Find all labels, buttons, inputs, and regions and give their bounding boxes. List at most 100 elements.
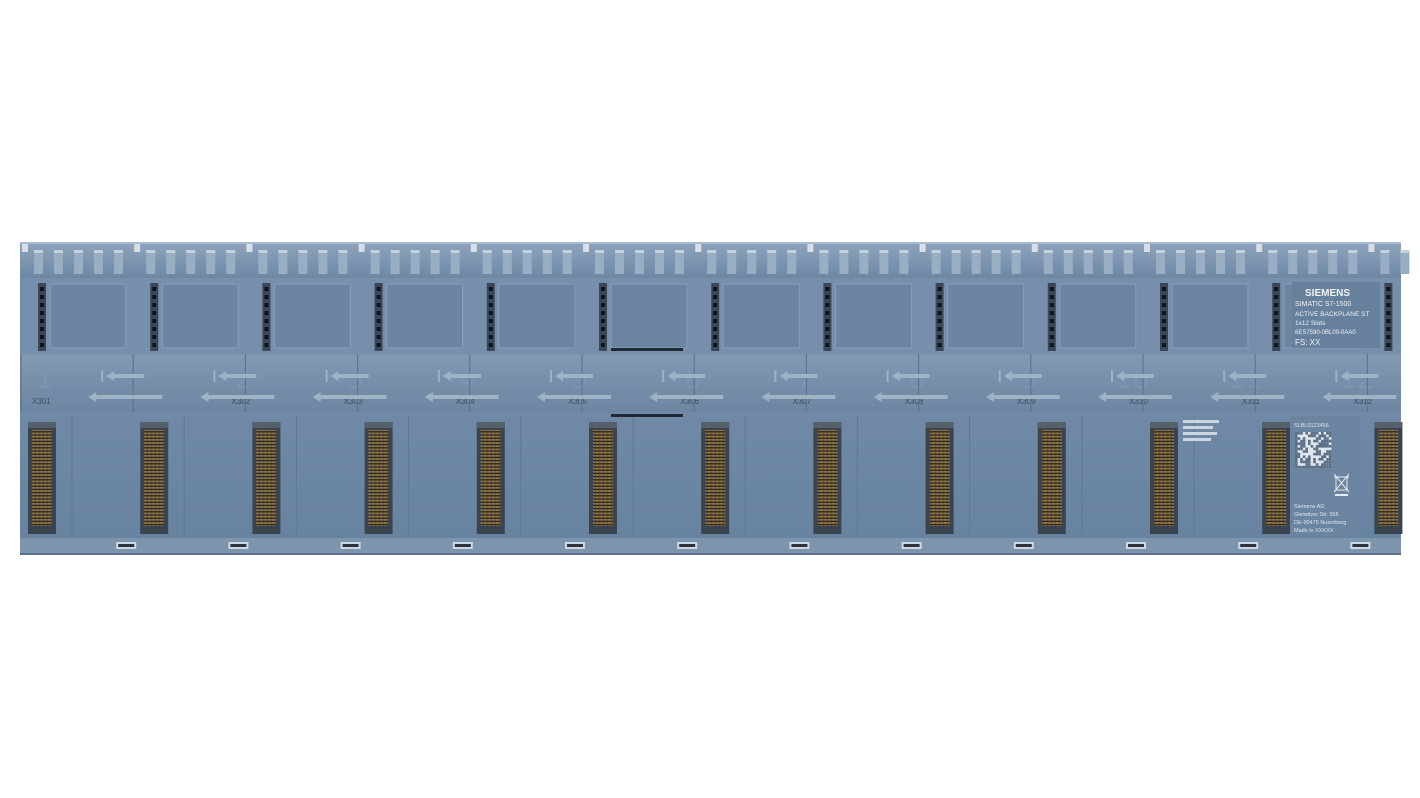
upper-pin: [376, 287, 381, 291]
top-rib: [1156, 250, 1165, 274]
connector-cap: [1374, 422, 1403, 428]
datamatrix-module: [1305, 458, 1308, 461]
top-rib: [1043, 250, 1053, 274]
slot-number: 6: [684, 364, 701, 395]
bus-connector-pins: [368, 430, 389, 526]
upper-pin: [152, 335, 157, 339]
datamatrix-module: [1300, 432, 1303, 435]
upper-pin: [40, 295, 44, 299]
upper-pin: [1162, 327, 1166, 331]
top-rib-highlight: [226, 250, 236, 253]
datamatrix-module: [1315, 437, 1319, 440]
top-rib-highlight: [655, 250, 664, 253]
rating-plate: SIEMENS SIMATIC S7-1500 ACTIVE BACKPLANE…: [1292, 282, 1380, 348]
top-rib: [727, 250, 737, 274]
top-rib: [1011, 250, 1021, 274]
upper-pin: [825, 319, 830, 323]
upper-pin: [376, 343, 381, 347]
datamatrix-module: [1297, 447, 1301, 451]
datamatrix-module: [1328, 450, 1332, 453]
upper-pin: [713, 343, 718, 347]
top-rib-highlight: [1103, 250, 1113, 253]
upper-pin-column: [1160, 283, 1168, 351]
datamatrix-module: [1315, 465, 1319, 469]
datamatrix-module: [1318, 452, 1321, 456]
top-rib-highlight: [595, 250, 604, 253]
upper-pin: [825, 335, 830, 339]
datamatrix-module: [1295, 434, 1298, 438]
top-rib-highlight: [74, 250, 83, 253]
datamatrix-module: [1295, 460, 1298, 464]
upper-pin: [825, 327, 830, 331]
upper-pin-column: [150, 283, 159, 351]
top-rib-highlight: [1268, 250, 1278, 253]
latch-tab: [1256, 244, 1263, 252]
top-rib-highlight: [879, 250, 889, 253]
upper-pin: [152, 319, 157, 323]
upper-pin: [264, 327, 269, 331]
top-rib-highlight: [1380, 250, 1390, 253]
datamatrix-module: [1318, 458, 1321, 461]
top-rib-highlight: [899, 250, 909, 253]
top-rib: [1328, 250, 1338, 274]
top-rib-highlight: [727, 250, 737, 253]
latch-tab: [22, 244, 28, 252]
upper-pin: [1274, 327, 1279, 331]
datamatrix-module: [1308, 442, 1311, 445]
upper-pocket: [1059, 283, 1137, 349]
upper-pin: [1274, 343, 1279, 347]
top-rib: [635, 250, 644, 274]
upper-pin: [601, 287, 605, 291]
upper-pin: [1162, 311, 1166, 315]
upper-pin: [825, 287, 830, 291]
datamatrix-module: [1295, 465, 1298, 469]
upper-pocket: [1171, 283, 1249, 349]
upper-pin: [713, 319, 718, 323]
datamatrix-module: [1321, 439, 1324, 443]
top-rib: [991, 250, 1001, 274]
upper-pocket: [498, 283, 576, 349]
top-rib: [114, 250, 123, 274]
datamatrix-module: [1295, 452, 1298, 456]
upper-pin: [1274, 319, 1279, 323]
top-rib: [1236, 250, 1245, 274]
datamatrix-module: [1305, 465, 1308, 469]
datamatrix-module: [1308, 465, 1311, 469]
top-rib-highlight: [1083, 250, 1093, 253]
upper-pin: [713, 287, 718, 291]
top-rib: [931, 250, 941, 274]
top-rib-highlight: [338, 250, 348, 253]
bus-connector-pins: [817, 430, 838, 526]
datamatrix-module: [1300, 465, 1303, 469]
datamatrix-module: [1302, 450, 1306, 453]
top-rib: [767, 250, 777, 274]
bottom-clip-slot: [567, 544, 583, 547]
connector-cap: [589, 422, 617, 428]
serial-number: SLBL0123456: [1294, 423, 1329, 429]
datamatrix-module: [1326, 460, 1329, 464]
top-rib: [1380, 250, 1390, 274]
slot-number: 1: [36, 364, 53, 395]
top-rib-highlight: [767, 250, 777, 253]
datamatrix-module: [1313, 458, 1316, 461]
top-rib: [707, 250, 717, 274]
upper-pin: [937, 319, 942, 323]
top-rib: [1063, 250, 1073, 274]
datamatrix-module: [1326, 439, 1329, 443]
bus-strip-upper: [611, 348, 683, 351]
bottom-clip-slot: [1015, 544, 1032, 547]
top-rib-highlight: [54, 250, 63, 253]
datamatrix-module: [1326, 458, 1329, 461]
upper-pin: [825, 311, 830, 315]
datamatrix-module: [1326, 452, 1329, 456]
top-rib: [971, 250, 981, 274]
series-label: SIMATIC S7-1500: [1295, 301, 1351, 308]
datamatrix-module: [1297, 465, 1301, 469]
upper-pin: [1162, 303, 1166, 307]
slots-label: 1x12 Slots: [1295, 320, 1326, 327]
datamatrix-module: [1323, 455, 1327, 458]
slot-number: 11: [1228, 364, 1262, 395]
datamatrix-module: [1328, 439, 1332, 443]
bus-connector-pins: [144, 430, 165, 526]
top-rib: [390, 250, 400, 274]
